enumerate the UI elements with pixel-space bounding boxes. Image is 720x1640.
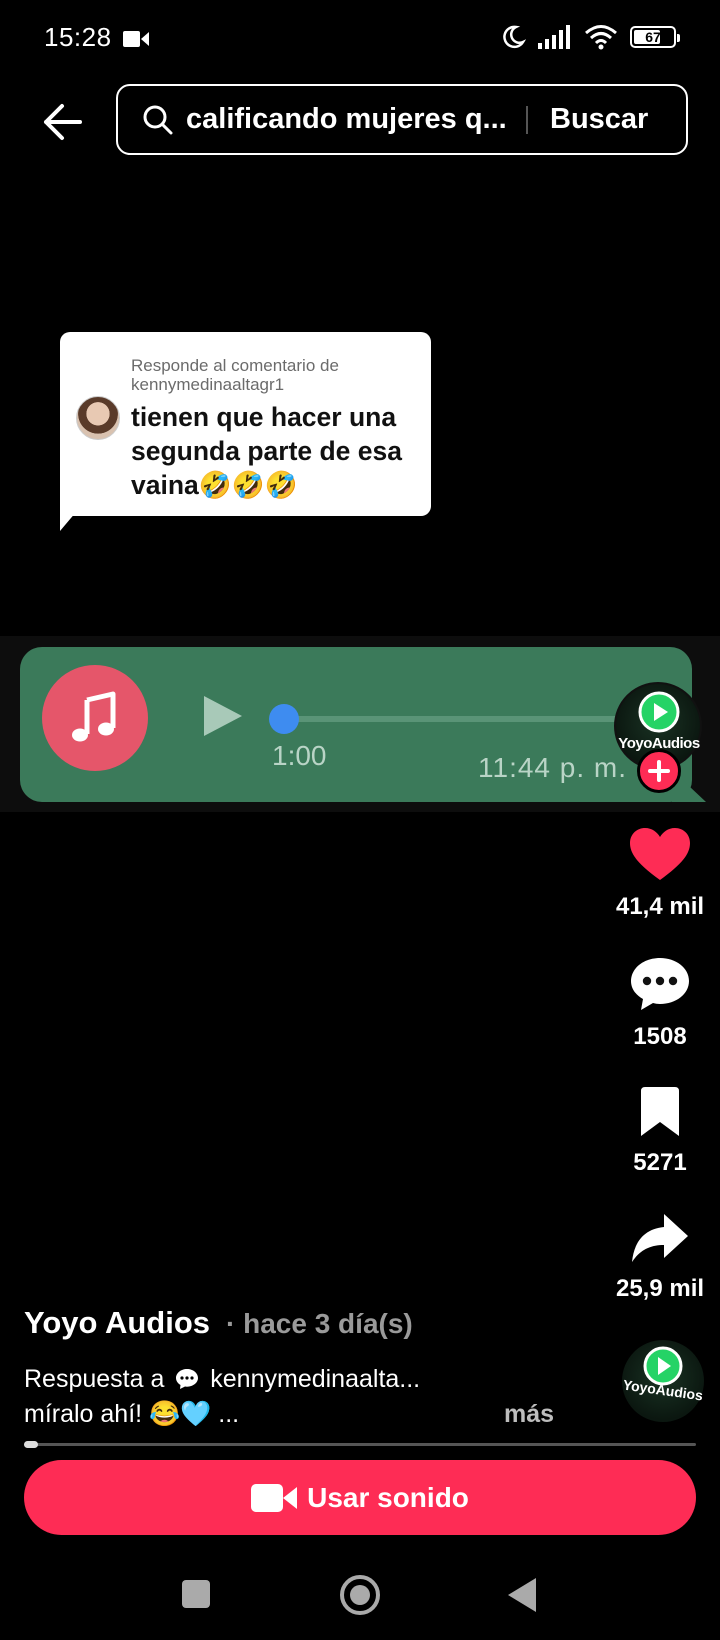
audio-timestamp: 11:44 p. m. xyxy=(478,752,628,783)
battery-level: 67 xyxy=(645,29,661,45)
search-bar[interactable]: calificando mujeres q... Buscar xyxy=(116,84,688,155)
search-button[interactable]: Buscar xyxy=(550,103,648,136)
video-progress-fill xyxy=(24,1441,38,1448)
caption-user[interactable]: kennymedinaalta... xyxy=(210,1365,420,1393)
author-name[interactable]: Yoyo Audios xyxy=(24,1305,210,1341)
heart-icon xyxy=(630,828,690,880)
use-sound-button[interactable]: Usar sonido xyxy=(24,1460,696,1535)
play-icon xyxy=(204,696,242,736)
search-icon xyxy=(143,105,173,134)
like-button[interactable]: 41,4 mil xyxy=(605,826,715,921)
home-nav-button[interactable] xyxy=(340,1575,380,1615)
wifi-icon xyxy=(585,25,617,50)
comment-mini-icon xyxy=(176,1369,199,1389)
share-button[interactable]: 25,9 mil xyxy=(605,1212,715,1303)
use-sound-label: Usar sonido xyxy=(307,1481,469,1513)
save-count: 5271 xyxy=(633,1149,687,1176)
more-link[interactable]: más xyxy=(504,1400,554,1429)
back-nav-button[interactable] xyxy=(508,1578,536,1612)
follow-plus-button[interactable] xyxy=(637,749,681,793)
audio-track-knob xyxy=(269,704,299,734)
signal-icon xyxy=(538,25,570,49)
music-note-icon xyxy=(72,691,116,742)
battery-icon: 67 xyxy=(630,26,680,48)
share-arrow-icon xyxy=(632,1214,688,1262)
bookmark-icon xyxy=(641,1087,679,1136)
video-progress-bar[interactable] xyxy=(24,1443,696,1446)
reply-to-label: Responde al comentario de kennymedinaalt… xyxy=(131,356,339,394)
post-time: · hace 3 día(s) xyxy=(226,1308,413,1339)
video-camera-icon xyxy=(251,1483,298,1512)
search-input[interactable]: calificando mujeres q... xyxy=(186,103,518,136)
back-arrow-icon[interactable] xyxy=(40,100,86,144)
share-count: 25,9 mil xyxy=(615,1275,705,1302)
moon-icon xyxy=(503,25,526,49)
search-divider xyxy=(526,105,528,134)
plus-icon xyxy=(648,760,670,782)
caption-prefix: Respuesta a xyxy=(24,1365,165,1393)
audio-duration: 1:00 xyxy=(272,740,327,771)
whatsapp-play-icon xyxy=(638,691,680,733)
status-icons: 67 xyxy=(500,24,680,50)
commenter-avatar xyxy=(76,396,120,440)
status-time: 15:28 xyxy=(44,22,112,52)
recents-nav-button[interactable] xyxy=(182,1580,210,1608)
comment-count: 1508 xyxy=(633,1023,687,1050)
caption-line-2: míralo ahí! 😂🩵 ... xyxy=(24,1400,240,1428)
comment-bubble-icon xyxy=(631,958,689,1010)
reply-comment-text: tienen que hacer una segunda parte de es… xyxy=(131,402,402,500)
save-button[interactable]: 5271 xyxy=(605,1086,715,1177)
video-camera-icon xyxy=(123,31,149,47)
comments-button[interactable]: 1508 xyxy=(605,956,715,1051)
audio-track xyxy=(283,716,623,722)
like-count: 41,4 mil xyxy=(615,893,705,920)
reply-card-tail xyxy=(60,505,82,531)
caption-line-1[interactable]: Respuesta a kennymedinaalta... xyxy=(24,1365,420,1394)
